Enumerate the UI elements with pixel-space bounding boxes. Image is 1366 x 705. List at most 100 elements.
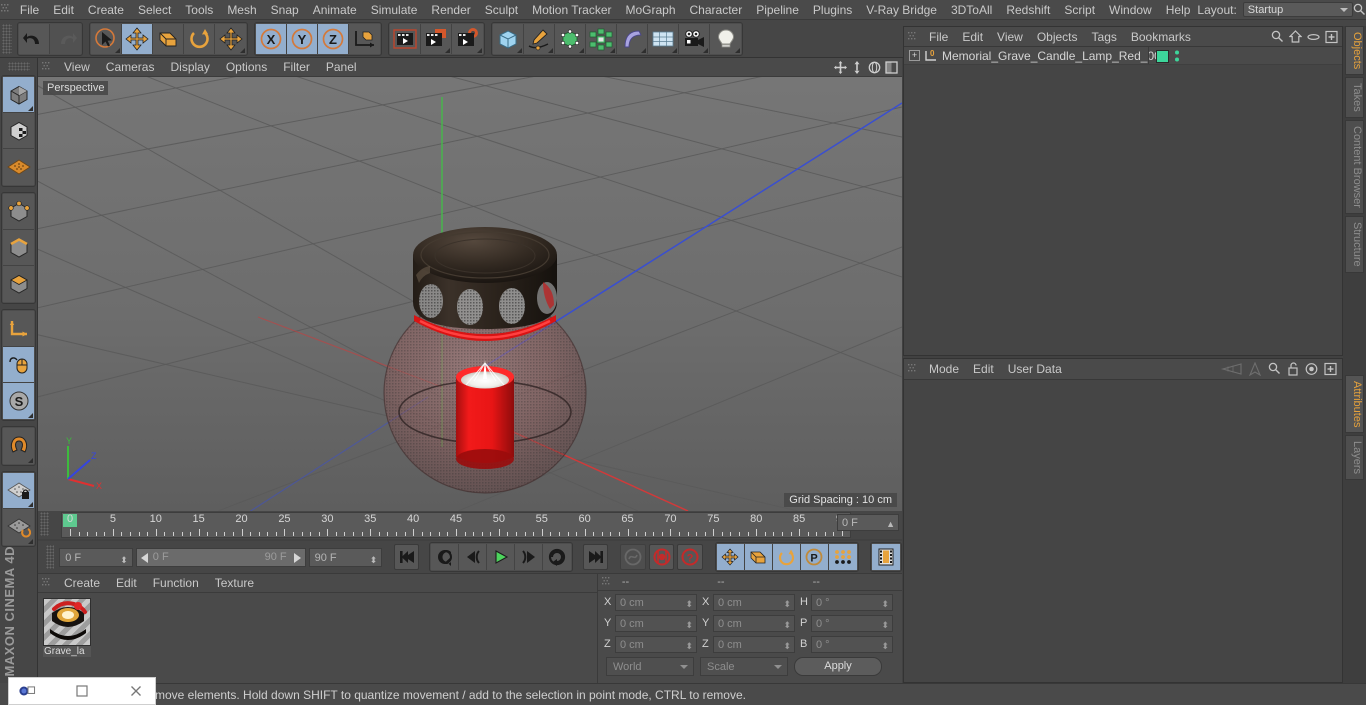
polygon-mode-icon[interactable] [3, 266, 34, 302]
spinner-icon[interactable]: ⬍ [685, 617, 693, 633]
attribute-menu-user-data[interactable]: User Data [1001, 359, 1069, 380]
play-backward-loop-icon[interactable] [431, 544, 460, 570]
viewport-menu-cameras[interactable]: Cameras [98, 58, 163, 77]
spinner-icon[interactable]: ⬍ [685, 638, 693, 654]
menu-3dtoall[interactable]: 3DToAll [944, 0, 999, 20]
coord-field-rot-b[interactable]: 0 ° ⬍ [811, 635, 893, 654]
menu-script[interactable]: Script [1057, 0, 1102, 20]
cube-primitive-icon[interactable] [493, 23, 524, 54]
y-axis-icon[interactable]: Y [287, 23, 318, 54]
record-rotation-icon[interactable] [772, 544, 801, 570]
timeline-frame-field[interactable]: 0 F ▲ [837, 514, 899, 531]
viewport-menu-panel[interactable]: Panel [318, 58, 365, 77]
render-view-icon[interactable] [390, 23, 421, 54]
rotate-icon[interactable] [184, 23, 215, 54]
material-tag-icon[interactable] [1156, 50, 1169, 63]
menu-mesh[interactable]: Mesh [220, 0, 263, 20]
object-tree[interactable]: + 0 Memorial_Grave_Candle_Lamp_Red_001 [904, 47, 1342, 355]
apply-button[interactable]: Apply [794, 657, 882, 676]
make-editable-icon[interactable] [3, 77, 34, 113]
add-icon[interactable] [1324, 362, 1337, 379]
material-preview[interactable] [43, 598, 91, 646]
magnet-icon[interactable] [3, 428, 34, 464]
floor-environment-icon[interactable] [648, 23, 679, 54]
material-menu-edit[interactable]: Edit [108, 574, 145, 593]
loop-icon[interactable] [543, 544, 572, 570]
attribute-menu-edit[interactable]: Edit [966, 359, 1001, 380]
range-right-arrow-icon[interactable] [293, 552, 301, 563]
coord-field-rot-p[interactable]: 0 ° ⬍ [811, 614, 893, 632]
timeline-grip-icon[interactable] [40, 512, 49, 536]
play-forward-icon[interactable] [487, 544, 516, 570]
enable-axis-icon[interactable] [3, 149, 34, 185]
object-menu-view[interactable]: View [990, 27, 1030, 47]
spinner-icon[interactable]: ⬍ [370, 551, 378, 569]
coord-field-size-y[interactable]: 0 cm ⬍ [713, 614, 795, 632]
array-icon[interactable] [586, 23, 617, 54]
z-axis-icon[interactable]: Z [318, 23, 349, 54]
light-icon[interactable] [710, 23, 741, 54]
tab-layers[interactable]: Layers [1345, 435, 1364, 481]
close-icon[interactable] [127, 682, 145, 700]
menu-select[interactable]: Select [131, 0, 178, 20]
record-active-objects-icon[interactable] [619, 544, 646, 570]
viewport-solo-mouse-icon[interactable] [3, 347, 34, 383]
undo-icon[interactable] [19, 23, 50, 54]
search-icon[interactable] [1271, 30, 1284, 47]
lock-icon[interactable] [1287, 362, 1299, 379]
tab-structure[interactable]: Structure [1345, 215, 1364, 273]
menu-snap[interactable]: Snap [264, 0, 306, 20]
spinner-icon[interactable]: ⬍ [783, 638, 791, 654]
point-mode-icon[interactable] [3, 194, 34, 230]
visibility-dots-icon[interactable] [1174, 50, 1180, 66]
spinner-icon[interactable]: ⬍ [881, 638, 889, 654]
layout-select[interactable]: Startup [1242, 2, 1353, 17]
viewport-menu-options[interactable]: Options [218, 58, 275, 77]
move-dup-icon[interactable] [215, 23, 246, 54]
object-menu-edit[interactable]: Edit [955, 27, 990, 47]
go-to-start-icon[interactable] [393, 544, 420, 570]
dolly-view-icon[interactable] [850, 60, 864, 75]
menu-redshift[interactable]: Redshift [999, 0, 1057, 20]
workplane-rotate-icon[interactable] [3, 509, 34, 545]
scale-icon[interactable] [153, 23, 184, 54]
search-icon[interactable] [1353, 0, 1366, 20]
record-pla-icon[interactable]: P [800, 544, 829, 570]
timeline-filmstrip-icon[interactable] [872, 544, 901, 570]
viewport-canvas[interactable]: Perspective Grid Spacing : 10 cm Y X Z [38, 77, 902, 511]
rotate-view-icon[interactable] [867, 60, 881, 75]
menu-tools[interactable]: Tools [178, 0, 220, 20]
current-frame-field[interactable]: 0 F ⬍ [59, 547, 133, 567]
object-manager-grip-icon[interactable] [904, 27, 922, 47]
expand-toggle-icon[interactable]: + [909, 50, 920, 61]
menu-simulate[interactable]: Simulate [364, 0, 425, 20]
edge-mode-icon[interactable] [3, 230, 34, 266]
coord-field-pos-z[interactable]: 0 cm ⬍ [615, 635, 697, 654]
tab-objects[interactable]: Objects [1345, 26, 1364, 76]
object-menu-tags[interactable]: Tags [1085, 27, 1124, 47]
coord-field-pos-x[interactable]: 0 cm ⬍ [615, 593, 697, 611]
menu-character[interactable]: Character [683, 0, 750, 20]
menu-edit[interactable]: Edit [46, 0, 81, 20]
spinner-icon[interactable]: ⬍ [881, 596, 889, 612]
menu-mograph[interactable]: MoGraph [618, 0, 682, 20]
autokeying-icon[interactable] [648, 544, 675, 570]
transform-mode-select[interactable]: Scale [700, 657, 788, 676]
back-history-icon[interactable] [1220, 362, 1242, 379]
move-icon[interactable] [122, 23, 153, 54]
coord-field-size-x[interactable]: 0 cm ⬍ [713, 593, 795, 612]
menu-pipeline[interactable]: Pipeline [749, 0, 806, 20]
record-scale-icon[interactable] [744, 544, 773, 570]
workplane-lock-icon[interactable] [3, 473, 34, 509]
menu-help[interactable]: Help [1159, 0, 1198, 20]
spinner-icon[interactable]: ⬍ [783, 596, 791, 612]
menu-motion-tracker[interactable]: Motion Tracker [525, 0, 618, 20]
viewport-menu-view[interactable]: View [56, 58, 98, 77]
spinner-icon[interactable]: ▲ [886, 516, 895, 532]
go-to-end-icon[interactable] [582, 544, 609, 570]
material-grip-icon[interactable] [38, 573, 56, 593]
object-row[interactable]: + 0 Memorial_Grave_Candle_Lamp_Red_001 [904, 47, 1342, 65]
material-menu-create[interactable]: Create [56, 574, 108, 593]
preview-range-bar[interactable]: 0 F 90 F [135, 547, 306, 567]
search-icon[interactable] [1268, 362, 1281, 379]
